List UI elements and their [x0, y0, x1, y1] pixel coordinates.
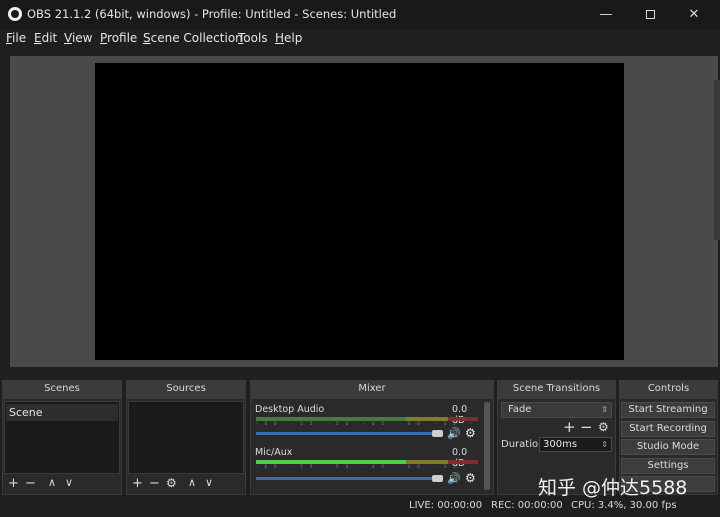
- scenes-toolbar: + − ∧ ∨: [6, 476, 116, 492]
- side-scrollbar[interactable]: [714, 80, 720, 240]
- speaker-icon[interactable]: 🔊: [447, 472, 461, 485]
- start-recording-button[interactable]: Start Recording: [621, 421, 715, 437]
- duration-label: Duration: [501, 439, 545, 450]
- maximize-button[interactable]: [628, 0, 672, 29]
- add-transition-button[interactable]: +: [563, 418, 576, 436]
- preview-canvas[interactable]: [95, 63, 624, 360]
- window-title: OBS 21.1.2 (64bit, windows) - Profile: U…: [27, 7, 397, 21]
- menu-edit[interactable]: Edit: [34, 31, 57, 45]
- move-source-down-button[interactable]: ∨: [205, 476, 213, 489]
- controls-dock-title: Controls: [619, 380, 718, 398]
- add-source-button[interactable]: +: [132, 476, 143, 491]
- sources-toolbar: + − ⚙ ∧ ∨: [130, 476, 242, 492]
- live-timer: LIVE: 00:00:00: [409, 500, 483, 511]
- menu-help[interactable]: Help: [275, 31, 302, 45]
- scene-list-item[interactable]: Scene: [6, 404, 118, 421]
- add-scene-button[interactable]: +: [8, 476, 19, 491]
- mixer-settings-gear-icon[interactable]: ⚙: [465, 426, 476, 440]
- volume-slider-knob[interactable]: [432, 475, 443, 482]
- transitions-dock-title: Scene Transitions: [497, 380, 616, 398]
- title-bar: OBS 21.1.2 (64bit, windows) - Profile: U…: [0, 0, 720, 29]
- sources-list[interactable]: [128, 401, 244, 474]
- menu-profile[interactable]: Profile: [100, 31, 137, 45]
- chevron-updown-icon: ⇕: [601, 405, 608, 414]
- volume-slider[interactable]: [256, 432, 436, 435]
- remove-transition-button[interactable]: −: [580, 418, 593, 436]
- scenes-list[interactable]: Scene: [4, 401, 120, 474]
- meter-ticks: -60 -55 -50 -45 -40 -35 -30 -25 -20 -15 …: [256, 464, 478, 468]
- mixer-channel-name: Mic/Aux: [255, 447, 293, 458]
- source-properties-gear-icon[interactable]: ⚙: [166, 476, 177, 490]
- scenes-dock-title: Scenes: [2, 380, 122, 398]
- maximize-icon: [645, 10, 655, 19]
- move-scene-down-button[interactable]: ∨: [65, 476, 73, 489]
- spin-arrows-icon[interactable]: ⇕: [601, 438, 608, 451]
- duration-spinbox[interactable]: 300ms ⇕: [539, 437, 612, 452]
- watermark-text: 知乎 @仲达5588: [538, 477, 688, 499]
- minimize-button[interactable]: —: [584, 0, 628, 29]
- menu-scene-collection[interactable]: Scene Collection: [143, 31, 243, 45]
- transition-select-value: Fade: [508, 404, 532, 415]
- rec-timer: REC: 00:00:00: [491, 500, 563, 511]
- start-streaming-button[interactable]: Start Streaming: [621, 402, 715, 418]
- move-source-up-button[interactable]: ∧: [188, 476, 196, 489]
- menu-bar: File Edit View Profile Scene Collection …: [0, 29, 720, 49]
- speaker-icon[interactable]: 🔊: [447, 427, 461, 440]
- mixer-channel-mic-aux: Mic/Aux 0.0 dB -60 -55 -50 -45 -40 -35 -…: [252, 447, 482, 489]
- obs-logo-icon: [8, 7, 22, 21]
- cpu-fps-status: CPU: 3.4%, 30.00 fps: [571, 500, 677, 511]
- sources-dock-title: Sources: [126, 380, 246, 398]
- menu-file[interactable]: File: [6, 31, 26, 45]
- close-button[interactable]: ✕: [672, 0, 716, 29]
- mixer-settings-gear-icon[interactable]: ⚙: [465, 471, 476, 485]
- remove-scene-button[interactable]: −: [25, 476, 36, 491]
- menu-view[interactable]: View: [64, 31, 92, 45]
- settings-button[interactable]: Settings: [621, 458, 715, 474]
- studio-mode-button[interactable]: Studio Mode: [621, 439, 715, 455]
- mixer-channel-name: Desktop Audio: [255, 404, 325, 415]
- mixer-channel-desktop-audio: Desktop Audio 0.0 dB -60 -55 -50 -45 -40…: [252, 404, 482, 446]
- move-scene-up-button[interactable]: ∧: [48, 476, 56, 489]
- remove-source-button[interactable]: −: [149, 476, 160, 491]
- volume-slider-knob[interactable]: [432, 430, 443, 437]
- mixer-scrollbar[interactable]: [484, 402, 490, 490]
- meter-ticks: -60 -55 -50 -45 -40 -35 -30 -25 -20 -15 …: [256, 421, 478, 425]
- volume-slider[interactable]: [256, 477, 436, 480]
- transition-select[interactable]: Fade ⇕: [501, 402, 612, 418]
- mixer-dock-title: Mixer: [250, 380, 494, 398]
- menu-tools[interactable]: Tools: [238, 31, 268, 45]
- duration-value: 300ms: [543, 439, 578, 450]
- transition-settings-gear-icon[interactable]: ⚙: [598, 420, 609, 434]
